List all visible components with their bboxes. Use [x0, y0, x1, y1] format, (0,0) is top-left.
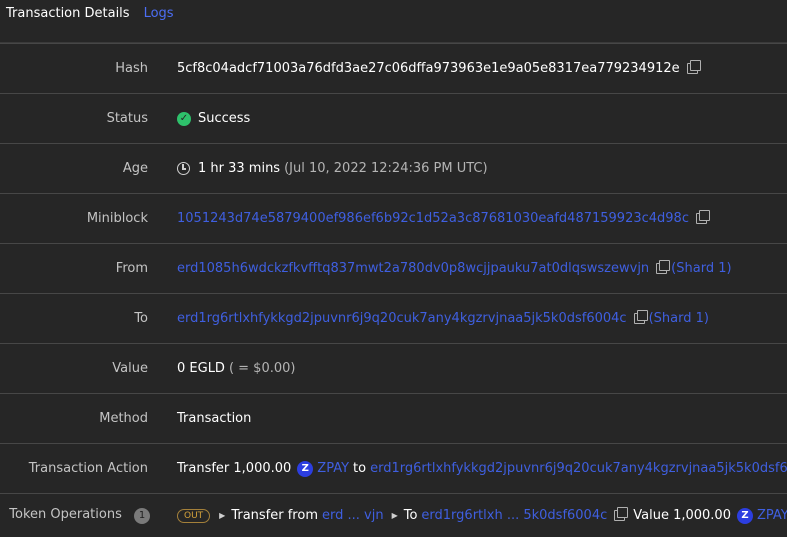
age-timestamp: (Jul 10, 2022 12:24:36 PM UTC) — [284, 161, 488, 176]
hash-label: Hash — [115, 61, 148, 76]
age-value: 1 hr 33 mins — [198, 161, 281, 176]
value-amount: 0 EGLD — [177, 361, 225, 376]
direction-badge: OUT — [177, 508, 211, 523]
status-row: Status ✓ Success — [0, 93, 787, 143]
token-operations-label-wrap: Token Operations 1 — [9, 507, 150, 524]
hash-value: 5cf8c04adcf71003a76dfd3ae27c06dffa973963… — [177, 61, 680, 76]
copy-icon[interactable] — [656, 260, 671, 274]
status-label: Status — [106, 111, 148, 126]
copy-icon[interactable] — [633, 310, 648, 324]
check-circle-icon: ✓ — [177, 111, 191, 126]
token-operations-row: Token Operations 1 OUT ▶ Transfer from e… — [0, 493, 787, 537]
value-label: Value — [112, 361, 148, 376]
copy-icon[interactable] — [686, 60, 701, 74]
token-operations-label: Token Operations — [9, 507, 122, 522]
to-address-link[interactable]: erd1rg6rtlxhfykkgd2jpuvnr6j9q20cuk7any4k… — [177, 311, 627, 326]
method-label: Method — [99, 411, 148, 426]
tab-bar: Transaction Details Logs — [0, 0, 787, 43]
tab-transaction-details[interactable]: Transaction Details — [6, 6, 130, 22]
value-row: Value 0 EGLD ( = $0.00) — [0, 343, 787, 393]
transfer-from-text: Transfer from — [231, 508, 318, 523]
action-to-word: to — [353, 461, 367, 476]
token-operations-count: 1 — [134, 508, 150, 524]
token-op-token-link[interactable]: ZPAY — [757, 508, 787, 523]
token-op-to-text: To — [403, 508, 418, 523]
clock-icon — [177, 162, 190, 175]
action-row: Transaction Action Transfer 1,000.00 Z Z… — [0, 443, 787, 493]
caret-right-icon: ▶ — [219, 511, 226, 520]
token-op-to-link[interactable]: erd1rg6rtlxh ... 5k0dsf6004c — [421, 508, 607, 523]
to-label: To — [134, 311, 148, 326]
action-address-link[interactable]: erd1rg6rtlxhfykkgd2jpuvnr6j9q20cuk7any4k… — [370, 461, 787, 476]
miniblock-row: Miniblock 1051243d74e5879400ef986ef6b92c… — [0, 193, 787, 243]
method-value: Transaction — [177, 411, 252, 426]
from-row: From erd1085h6wdckzfkvfftq837mwt2a780dv0… — [0, 243, 787, 293]
age-label: Age — [122, 161, 148, 176]
copy-icon[interactable] — [695, 210, 710, 224]
hash-row: Hash 5cf8c04adcf71003a76dfd3ae27c06dffa9… — [0, 43, 787, 93]
from-shard-link[interactable]: (Shard 1) — [671, 261, 731, 276]
token-op-value-text: Value 1,000.00 — [633, 508, 731, 523]
method-row: Method Transaction — [0, 393, 787, 443]
action-token-link[interactable]: ZPAY — [317, 461, 349, 476]
from-address-link[interactable]: erd1085h6wdckzfkvfftq837mwt2a780dv0p8wcj… — [177, 261, 649, 276]
caret-right-icon: ▶ — [391, 511, 398, 520]
token-op-from-link[interactable]: erd ... vjn — [322, 508, 384, 523]
tab-logs[interactable]: Logs — [144, 6, 174, 22]
action-label: Transaction Action — [28, 461, 148, 476]
copy-icon[interactable] — [614, 507, 629, 521]
to-shard-link[interactable]: (Shard 1) — [649, 311, 709, 326]
zpay-token-icon: Z — [297, 460, 314, 477]
zpay-token-icon: Z — [736, 507, 753, 524]
age-row: Age 1 hr 33 mins (Jul 10, 2022 12:24:36 … — [0, 143, 787, 193]
to-row: To erd1rg6rtlxhfykkgd2jpuvnr6j9q20cuk7an… — [0, 293, 787, 343]
value-usd: ( = $0.00) — [228, 361, 296, 376]
miniblock-label: Miniblock — [86, 211, 148, 226]
miniblock-link[interactable]: 1051243d74e5879400ef986ef6b92c1d52a3c876… — [177, 211, 689, 226]
status-value: Success — [198, 111, 251, 126]
action-prefix: Transfer 1,000.00 — [177, 461, 292, 476]
from-label: From — [115, 261, 148, 276]
